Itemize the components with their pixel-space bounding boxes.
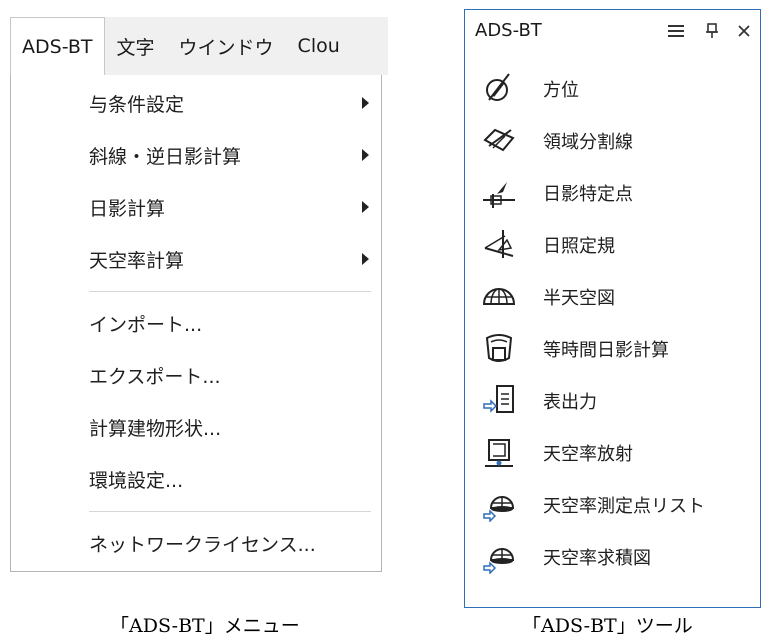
menubar-window[interactable]: ウインドウ: [167, 17, 286, 75]
palette-header[interactable]: ADS-BT: [465, 10, 760, 54]
sky-factor-radiation-icon: [485, 439, 513, 467]
submenu-arrow-icon: [362, 149, 369, 161]
tool-label: 半天空図: [543, 288, 615, 309]
menubar-ads-bt[interactable]: ADS-BT: [10, 17, 105, 75]
menu-item-import[interactable]: インポート...: [11, 297, 381, 349]
tool-sun-ruler[interactable]: 日照定規: [465, 220, 760, 272]
menu-separator: [89, 511, 371, 512]
menu-item-label: 環境設定...: [89, 469, 184, 492]
ads-bt-tool-palette: ADS-BT 方位 領域分割線 日影特定点 日照定規 半天空図 等時間日影計算 …: [464, 9, 761, 608]
tool-region-split-line[interactable]: 領域分割線: [465, 116, 760, 168]
region-split-line-icon: [483, 128, 515, 152]
tool-label: 天空率求積図: [543, 548, 651, 569]
table-output-icon: [483, 385, 514, 413]
tool-sky-factor-point-list[interactable]: 天空率測定点リスト: [465, 480, 760, 532]
menu-item-shadow-calc[interactable]: 日影計算: [11, 181, 381, 233]
submenu-arrow-icon: [362, 97, 369, 109]
menu-item-slant-reverse-shadow[interactable]: 斜線・逆日影計算: [11, 129, 381, 181]
menu-item-preferences[interactable]: 環境設定...: [11, 453, 381, 505]
menu-item-label: ネットワークライセンス...: [89, 533, 316, 556]
tool-label: 天空率放射: [543, 444, 633, 465]
menu-item-label: 天空率計算: [89, 249, 185, 272]
tool-label: 日照定規: [543, 236, 615, 257]
tool-sky-factor-area-diagram[interactable]: 天空率求積図: [465, 532, 760, 584]
azimuth-icon: [486, 73, 510, 101]
tool-label: 天空率測定点リスト: [543, 496, 705, 517]
tool-label: 日影特定点: [543, 184, 633, 205]
menu-item-label: インポート...: [89, 313, 203, 336]
palette-title: ADS-BT: [475, 20, 542, 41]
menu-item-label: 与条件設定: [89, 93, 185, 116]
shadow-point-icon: [483, 182, 515, 208]
menu-item-label: 計算建物形状...: [89, 417, 222, 440]
submenu-arrow-icon: [362, 201, 369, 213]
menubar-cloud[interactable]: Clou: [286, 17, 340, 75]
menu-separator: [89, 291, 371, 292]
tool-half-sky-diagram[interactable]: 半天空図: [465, 272, 760, 324]
menubar: ADS-BT 文字 ウインドウ Clou: [10, 17, 388, 75]
menu-item-label: エクスポート...: [89, 365, 221, 388]
close-icon[interactable]: [731, 18, 757, 44]
sky-factor-area-diagram-icon: [483, 548, 515, 574]
half-sky-diagram-icon: [482, 288, 516, 305]
submenu-arrow-icon: [362, 253, 369, 265]
tool-sky-factor-radiation[interactable]: 天空率放射: [465, 428, 760, 480]
tool-azimuth[interactable]: 方位: [465, 64, 760, 116]
hamburger-menu-icon[interactable]: [663, 18, 689, 44]
menu-item-given-conditions[interactable]: 与条件設定: [11, 77, 381, 129]
tool-label: 方位: [543, 80, 579, 101]
sun-ruler-icon: [484, 230, 514, 258]
menu-caption: 「ADS-BT」メニュー: [110, 615, 300, 637]
ads-bt-dropdown-menu: 与条件設定 斜線・逆日影計算 日影計算 天空率計算 インポート... エクスポー…: [10, 75, 382, 572]
menu-item-label: 日影計算: [89, 197, 166, 220]
tool-label: 領域分割線: [543, 132, 633, 153]
menubar-text[interactable]: 文字: [105, 17, 167, 75]
isochrone-shadow-icon: [485, 334, 513, 362]
menu-item-building-shape[interactable]: 計算建物形状...: [11, 401, 381, 453]
tool-label: 表出力: [543, 392, 597, 413]
pin-icon[interactable]: [699, 18, 725, 44]
menu-item-export[interactable]: エクスポート...: [11, 349, 381, 401]
tool-isochrone-shadow[interactable]: 等時間日影計算: [465, 324, 760, 376]
palette-caption: 「ADS-BT」ツール: [522, 615, 693, 637]
menu-item-label: 斜線・逆日影計算: [89, 145, 242, 168]
tool-label: 等時間日影計算: [543, 340, 669, 361]
sky-factor-point-list-icon: [483, 496, 515, 522]
tool-table-output[interactable]: 表出力: [465, 376, 760, 428]
menu-item-sky-factor-calc[interactable]: 天空率計算: [11, 233, 381, 285]
menu-item-network-license[interactable]: ネットワークライセンス...: [11, 517, 381, 569]
tool-shadow-point[interactable]: 日影特定点: [465, 168, 760, 220]
